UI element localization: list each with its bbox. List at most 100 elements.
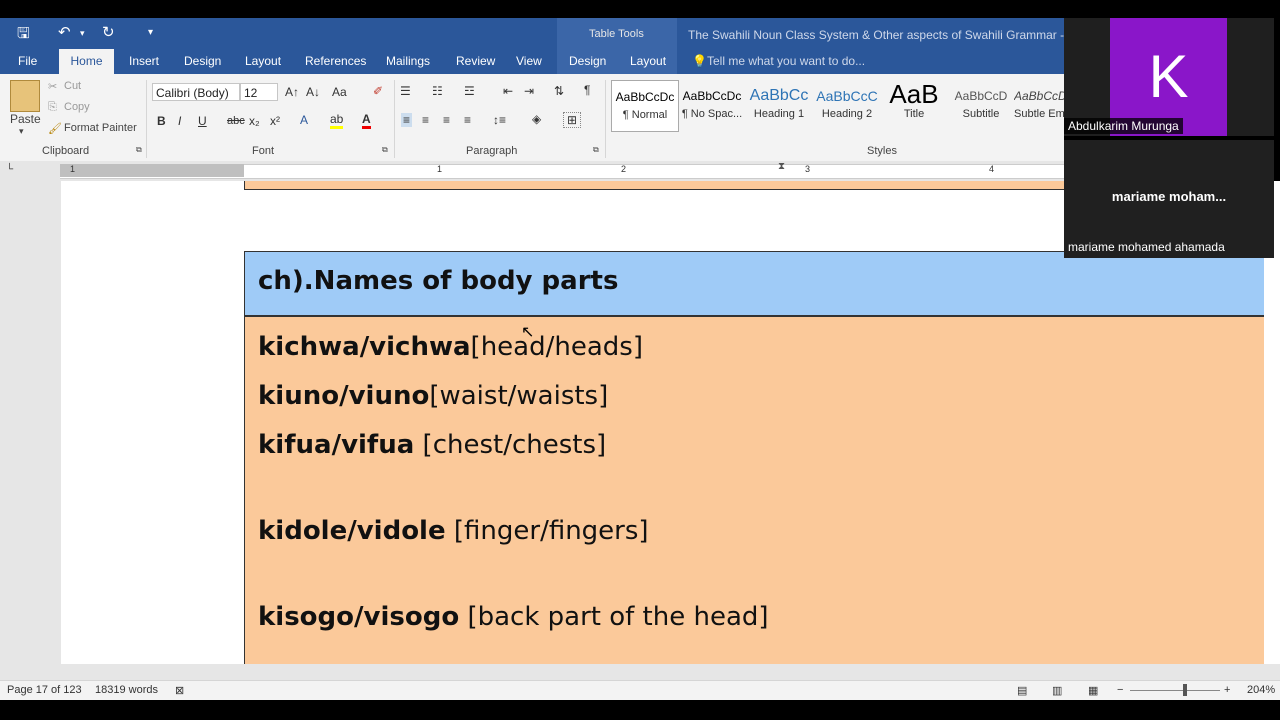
tab-references[interactable]: References <box>305 54 366 68</box>
align-left-icon[interactable]: ≡ <box>401 113 413 127</box>
tab-table-design[interactable]: Design <box>569 54 606 68</box>
tab-design[interactable]: Design <box>184 54 221 68</box>
style-subtitle[interactable]: AaBbCcD Subtitle <box>948 80 1014 130</box>
undo-icon[interactable]: ↶ <box>58 23 71 41</box>
tab-review[interactable]: Review <box>456 54 495 68</box>
tab-home[interactable]: Home <box>59 49 114 74</box>
grow-font-icon[interactable]: A↑ <box>285 85 299 99</box>
style-preview: AaBbCc <box>749 87 809 104</box>
numbering-icon[interactable]: ☷ <box>432 84 443 98</box>
repeat-icon[interactable]: ↻ <box>102 23 115 41</box>
copy-icon[interactable]: ⎘ <box>48 101 57 114</box>
font-color-icon[interactable]: A <box>362 112 371 129</box>
tab-insert[interactable]: Insert <box>129 54 159 68</box>
change-case-button[interactable]: Aa <box>332 85 347 99</box>
show-formatting-icon[interactable]: ¶ <box>584 83 590 97</box>
paste-icon[interactable] <box>10 80 40 112</box>
font-launcher-icon[interactable]: ⧉ <box>382 145 388 155</box>
translation: [waist/waists] <box>429 381 609 411</box>
style-preview: AaB <box>889 80 939 108</box>
line-spacing-icon[interactable]: ↕≡ <box>493 113 506 127</box>
print-layout-icon[interactable]: ▥ <box>1052 684 1062 697</box>
web-layout-icon[interactable]: ▦ <box>1088 684 1098 697</box>
font-size-select[interactable]: 12 <box>240 83 278 101</box>
swahili-word: kifua/vifua <box>258 430 415 460</box>
multilevel-list-icon[interactable]: ☲ <box>464 84 475 98</box>
align-center-icon[interactable]: ≡ <box>422 113 429 127</box>
style-heading-2[interactable]: AaBbCcC Heading 2 <box>814 80 880 130</box>
read-mode-icon[interactable]: ▤ <box>1017 684 1027 697</box>
ruler-number: 3 <box>805 164 811 174</box>
clear-formatting-icon[interactable]: ✐ <box>373 84 383 98</box>
cut-icon[interactable]: ✂ <box>48 80 57 93</box>
swahili-word: kisogo/visogo <box>258 602 460 632</box>
participant-name: Abdulkarim Murunga <box>1064 118 1183 134</box>
format-painter-button[interactable]: Format Painter <box>64 122 137 134</box>
ruler-margin <box>60 164 244 177</box>
indent-marker-icon[interactable]: ⧗ <box>778 161 785 172</box>
text-effects-icon[interactable]: A <box>300 113 308 127</box>
divider <box>146 80 147 158</box>
zoom-in-icon[interactable]: + <box>1224 684 1230 696</box>
tab-layout[interactable]: Layout <box>245 54 281 68</box>
page-count[interactable]: Page 17 of 123 <box>7 684 82 696</box>
sort-icon[interactable]: ⇅ <box>554 84 564 98</box>
tab-file[interactable]: File <box>18 54 37 68</box>
word-count[interactable]: 18319 words <box>95 684 158 696</box>
bullets-icon[interactable]: ☰ <box>400 84 411 98</box>
tab-view[interactable]: View <box>516 54 542 68</box>
highlight-icon[interactable]: ab <box>330 112 344 129</box>
align-right-icon[interactable]: ≡ <box>443 113 450 127</box>
divider <box>605 80 606 158</box>
style-name: Title <box>903 108 925 120</box>
table-heading: ch).Names of body parts <box>258 266 619 296</box>
paste-dropdown-icon[interactable]: ▾ <box>19 126 24 137</box>
shrink-font-icon[interactable]: A↓ <box>306 85 320 99</box>
translation: [back part of the head] <box>459 602 769 632</box>
tab-selector-icon[interactable]: └ <box>6 164 13 175</box>
tell-me-box[interactable]: Tell me what you want to do... <box>707 54 865 68</box>
borders-icon[interactable]: ⊞ <box>563 112 582 128</box>
paragraph-launcher-icon[interactable]: ⧉ <box>593 145 599 155</box>
translation: [chest/chests] <box>414 430 607 460</box>
undo-dropdown-icon[interactable]: ▾ <box>80 28 85 39</box>
font-family-select[interactable]: Calibri (Body) <box>152 83 240 101</box>
italic-button[interactable]: I <box>178 114 181 128</box>
participant-display-name: mariame moham... <box>1111 189 1227 204</box>
previous-table-cell <box>244 181 1081 190</box>
clipboard-launcher-icon[interactable]: ⧉ <box>136 145 142 155</box>
cut-button[interactable]: Cut <box>64 80 81 92</box>
zoom-slider[interactable] <box>1130 690 1220 691</box>
style-heading-1[interactable]: AaBbCc Heading 1 <box>746 80 812 130</box>
document-bottom-gap <box>0 664 1280 680</box>
zoom-slider-thumb[interactable] <box>1183 684 1187 696</box>
superscript-button[interactable]: x² <box>270 114 280 128</box>
justify-icon[interactable]: ≡ <box>464 113 471 127</box>
proofing-icon[interactable]: ⊠ <box>175 684 184 697</box>
zoom-out-icon[interactable]: − <box>1117 684 1123 696</box>
format-painter-icon[interactable]: 🖌 <box>48 122 62 135</box>
subscript-button[interactable]: x₂ <box>249 114 260 128</box>
bold-button[interactable]: B <box>157 114 166 128</box>
style-name: ¶ No Spac... <box>681 108 743 120</box>
tab-table-layout[interactable]: Layout <box>630 54 666 68</box>
zoom-level[interactable]: 204% <box>1247 684 1275 696</box>
style-name: Subtle Em <box>1014 108 1064 120</box>
copy-button[interactable]: Copy <box>64 101 90 113</box>
style-subtle-emphasis[interactable]: AaBbCcD Subtle Em <box>1014 80 1064 130</box>
increase-indent-icon[interactable]: ⇥ <box>524 84 534 98</box>
shading-icon[interactable]: ◈ <box>532 112 541 126</box>
decrease-indent-icon[interactable]: ⇤ <box>503 84 513 98</box>
paste-button[interactable]: Paste <box>10 112 41 126</box>
style-no-spacing[interactable]: AaBbCcDc ¶ No Spac... <box>679 80 745 130</box>
swahili-word: kidole/vidole <box>258 516 446 546</box>
strikethrough-button[interactable]: abc <box>227 115 245 127</box>
underline-button[interactable]: U <box>198 114 207 128</box>
save-icon[interactable]: 🖫 <box>17 23 30 48</box>
style-preview: AaBbCcC <box>816 88 878 104</box>
tab-mailings[interactable]: Mailings <box>386 54 430 68</box>
style-normal[interactable]: AaBbCcDc ¶ Normal <box>611 80 679 132</box>
style-title[interactable]: AaB Title <box>881 80 947 130</box>
customize-qat-icon[interactable]: ▾ <box>148 27 153 38</box>
ruler-number: 4 <box>989 164 995 174</box>
